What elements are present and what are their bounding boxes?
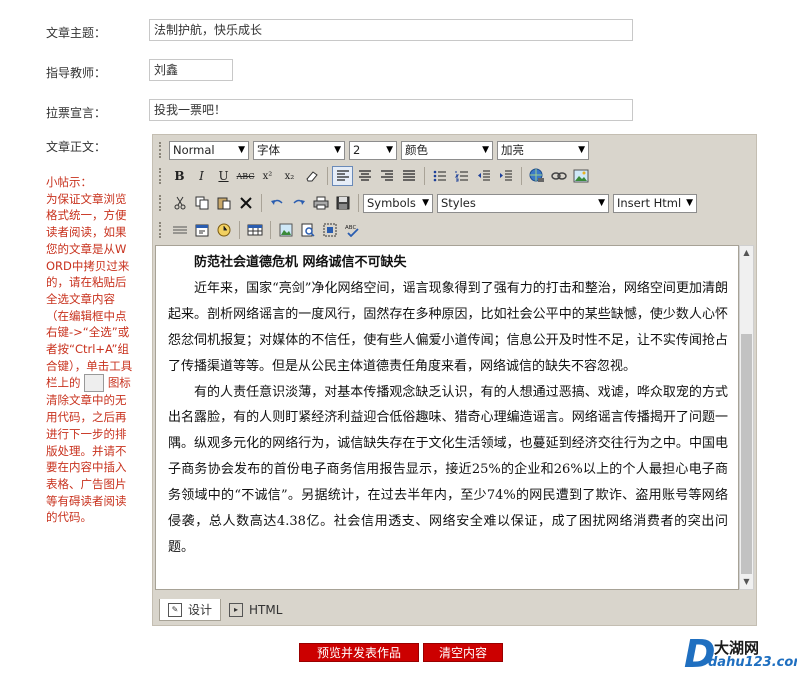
scroll-up-icon[interactable]: ▲: [740, 246, 753, 260]
chevron-down-icon: ▼: [238, 145, 245, 155]
article-paragraph: 有的人责任意识淡薄，对基本传播观念缺乏认识，有的人想通过恶搞、戏谑，哗众取宠的方…: [168, 384, 728, 555]
article-title: 防范社会道德危机 网络诚信不可缺失: [194, 255, 407, 270]
format-select[interactable]: Normal ▼: [169, 140, 249, 160]
tab-html[interactable]: ▸ HTML: [221, 599, 290, 621]
save-icon[interactable]: [332, 193, 353, 213]
select-all-icon[interactable]: [319, 220, 340, 240]
clock-icon[interactable]: [213, 220, 234, 240]
styles-select[interactable]: Styles ▼: [437, 193, 609, 213]
bold-button[interactable]: B: [169, 166, 190, 186]
toolbar-row-1: Normal ▼ 字体 ▼ 2 ▼ 颜色 ▼ 加亮 ▼: [159, 139, 593, 161]
scroll-thumb[interactable]: [741, 334, 752, 574]
site-logo: D 大湖网 dahu123.com: [684, 634, 797, 674]
teacher-label: 指导教师：: [46, 66, 107, 80]
strikethrough-button[interactable]: ABC: [235, 166, 256, 186]
clear-content-button[interactable]: 清空内容: [423, 643, 503, 662]
scroll-down-icon[interactable]: ▼: [740, 575, 753, 589]
symbols-select[interactable]: Symbols ▼: [363, 193, 433, 213]
cut-icon[interactable]: [169, 193, 190, 213]
tip-text: 小帖示： 为保证文章浏览格式统一，方便读者阅读，如果您的文章是从WORD中拷贝过…: [46, 174, 134, 526]
align-left-icon[interactable]: [332, 166, 353, 186]
link-globe-icon[interactable]: [526, 166, 547, 186]
chevron-down-icon: ▼: [422, 198, 429, 208]
preview-publish-button[interactable]: 预览并发表作品: [299, 643, 419, 662]
delete-icon[interactable]: [235, 193, 256, 213]
subscript-button[interactable]: x₂: [279, 166, 300, 186]
topic-label: 文章主题：: [46, 26, 107, 40]
chevron-down-icon: ▼: [334, 145, 341, 155]
table-icon[interactable]: [244, 220, 265, 240]
highlight-select[interactable]: 加亮 ▼: [497, 140, 589, 160]
toolbar-grip: [159, 195, 165, 211]
insert-html-select[interactable]: Insert Html ▼: [613, 193, 697, 213]
insert-image-icon[interactable]: [275, 220, 296, 240]
print-icon[interactable]: [310, 193, 331, 213]
tip-text-after: 图标清除文章中的无用代码，之后再进行下一步的排版处理。并请不要在内容中插入表格、…: [46, 375, 131, 525]
toolbar-row-3: Symbols ▼ Styles ▼ Insert Html ▼: [159, 192, 701, 214]
editor-mode-tabs: ✎ 设计 ▸ HTML: [159, 599, 290, 621]
toolbar-separator: [424, 167, 425, 185]
italic-button[interactable]: I: [191, 166, 212, 186]
toolbar-separator: [239, 221, 240, 239]
font-select[interactable]: 字体 ▼: [253, 140, 345, 160]
editor-content[interactable]: 防范社会道德危机 网络诚信不可缺失 近年来，国家“亮剑”净化网络空间，谣言现象得…: [155, 245, 739, 590]
tab-design[interactable]: ✎ 设计: [159, 599, 222, 621]
bullet-list-icon[interactable]: [429, 166, 450, 186]
chevron-down-icon: ▼: [482, 145, 489, 155]
image-icon[interactable]: [570, 166, 591, 186]
slogan-label: 拉票宣言：: [46, 106, 107, 120]
size-select[interactable]: 2 ▼: [349, 140, 397, 160]
unlink-icon[interactable]: [548, 166, 569, 186]
chevron-down-icon: ▼: [578, 145, 585, 155]
toolbar-separator: [327, 167, 328, 185]
tip-text-before: 为保证文章浏览格式统一，方便读者阅读，如果您的文章是从WORD中拷贝过来的，请在…: [46, 191, 133, 390]
underline-button[interactable]: U: [213, 166, 234, 186]
toolbar-separator: [261, 194, 262, 212]
chevron-down-icon: ▼: [598, 198, 605, 208]
html-icon: ▸: [229, 603, 244, 617]
indent-icon[interactable]: [495, 166, 516, 186]
horizontal-rule-icon[interactable]: [169, 220, 190, 240]
topic-input[interactable]: 法制护航，快乐成长: [149, 19, 633, 41]
date-icon[interactable]: [191, 220, 212, 240]
chevron-down-icon: ▼: [386, 145, 393, 155]
design-icon: ✎: [168, 602, 182, 617]
undo-icon[interactable]: [266, 193, 287, 213]
preview-icon[interactable]: [297, 220, 318, 240]
toolbar-grip: [159, 222, 165, 238]
slogan-input[interactable]: 投我一票吧！: [149, 99, 633, 121]
body-label: 文章正文：: [46, 140, 107, 154]
broken-image-icon: [84, 374, 105, 393]
align-center-icon[interactable]: [354, 166, 375, 186]
redo-icon[interactable]: [288, 193, 309, 213]
spellcheck-icon[interactable]: ABC: [341, 220, 362, 240]
rich-text-editor: Normal ▼ 字体 ▼ 2 ▼ 颜色 ▼ 加亮 ▼ B I U ABC x² x₂: [152, 134, 757, 626]
tip-head: 小帖示：: [46, 175, 92, 189]
align-justify-icon[interactable]: [398, 166, 419, 186]
vertical-scrollbar[interactable]: ▲ ▼: [739, 245, 754, 590]
numbered-list-icon[interactable]: [451, 166, 472, 186]
eraser-icon[interactable]: [301, 166, 322, 186]
toolbar-grip: [159, 168, 165, 184]
toolbar-separator: [521, 167, 522, 185]
logo-url: dahu123.com: [708, 655, 797, 670]
toolbar-separator: [358, 194, 359, 212]
toolbar-grip: [159, 142, 165, 158]
article-paragraph: 近年来，国家“亮剑”净化网络空间，谣言现象得到了强有力的打击和整治，网络空间更加…: [168, 280, 728, 374]
chevron-down-icon: ▼: [686, 198, 693, 208]
outdent-icon[interactable]: [473, 166, 494, 186]
copy-icon[interactable]: [191, 193, 212, 213]
toolbar-row-4: ABC: [159, 219, 363, 241]
svg-text:ABC: ABC: [345, 225, 356, 231]
align-right-icon[interactable]: [376, 166, 397, 186]
toolbar-separator: [270, 221, 271, 239]
teacher-input[interactable]: 刘鑫: [149, 59, 233, 81]
paste-icon[interactable]: [213, 193, 234, 213]
superscript-button[interactable]: x²: [257, 166, 278, 186]
color-select[interactable]: 颜色 ▼: [401, 140, 493, 160]
toolbar-row-2: B I U ABC x² x₂: [159, 165, 592, 187]
